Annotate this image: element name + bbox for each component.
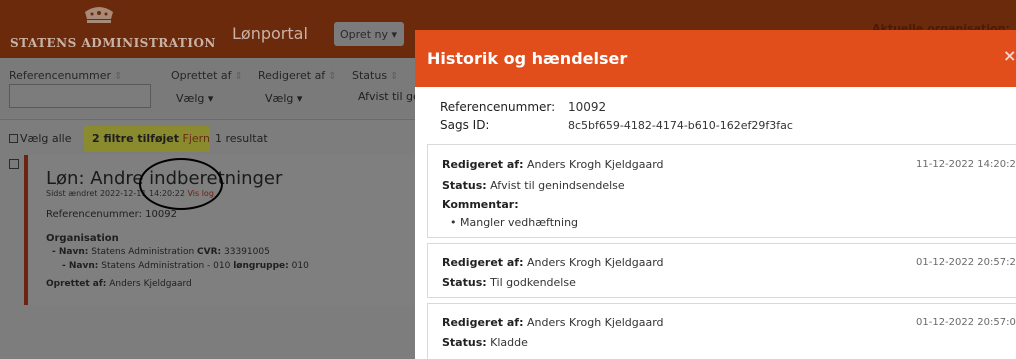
status-label: Status:: [442, 276, 487, 289]
organisation-line-1: - Navn: Statens Administration CVR: 3339…: [52, 247, 270, 257]
modal-reference-label: Referencenummer:: [440, 100, 556, 114]
edited-by-value: Anders Krogh Kjeldgaard: [527, 158, 664, 171]
brand-name: STATENS ADMINISTRATION: [10, 36, 216, 50]
history-modal: Historik og hændelser × Referencenummer:…: [415, 30, 1016, 359]
edited-by-line: Redigeret af: Anders Krogh Kjeldgaard: [442, 256, 664, 269]
column-label: Referencenummer: [9, 69, 112, 82]
create-new-button[interactable]: Opret ny ▾: [334, 22, 404, 46]
card-checkbox[interactable]: [9, 159, 19, 169]
status-value: Til godkendelse: [490, 276, 576, 289]
created-by-value: Anders Kjeldgaard: [109, 279, 192, 289]
divider: [0, 119, 415, 120]
sort-icon: ⇕: [390, 71, 399, 82]
event-timestamp: 11-12-2022 14:20:22: [916, 159, 1016, 170]
organisation-heading: Organisation: [46, 233, 119, 244]
status-line: Status: Til godkendelse: [442, 276, 576, 289]
close-icon[interactable]: ×: [1003, 46, 1016, 65]
name-label: - Navn:: [62, 261, 99, 271]
portal-title: Lønportal: [232, 24, 308, 43]
history-event: Redigeret af: Anders Krogh Kjeldgaard 01…: [427, 303, 1016, 359]
edited-by-label: Redigeret af:: [442, 256, 524, 269]
modal-header: Historik og hændelser ×: [415, 30, 1016, 87]
organisation-line-2: - Navn: Statens Administration - 010 løn…: [62, 261, 309, 271]
remove-filters-link[interactable]: Fjern: [183, 132, 210, 145]
loengruppe-label: løngruppe:: [233, 261, 289, 271]
column-header-oprettet-af[interactable]: Oprettet af ⇕: [171, 69, 243, 82]
status-label: Status:: [442, 336, 487, 349]
comment-line: Kommentar:: [442, 198, 519, 211]
crown-logo-icon: [85, 7, 113, 23]
column-header-status[interactable]: Status ⇕: [352, 69, 398, 82]
modal-case-id-label: Sags ID:: [440, 118, 490, 132]
checkbox-icon: [9, 134, 18, 143]
edited-by-value: Anders Krogh Kjeldgaard: [527, 316, 664, 329]
created-by-line: Oprettet af: Anders Kjeldgaard: [46, 279, 192, 289]
edited-by-line: Redigeret af: Anders Krogh Kjeldgaard: [442, 316, 664, 329]
event-timestamp: 01-12-2022 20:57:21: [916, 257, 1016, 268]
reference-value: 10092: [145, 209, 177, 220]
status-value: Afvist til genindsendelse: [490, 179, 625, 192]
history-event: Redigeret af: Anders Krogh Kjeldgaard 11…: [427, 144, 1016, 238]
loengruppe-value: 010: [291, 261, 309, 271]
status-line: Status: Afvist til genindsendelse: [442, 179, 625, 192]
edited-by-label: Redigeret af:: [442, 158, 524, 171]
edited-by-value: Anders Krogh Kjeldgaard: [527, 256, 664, 269]
status-filter-select[interactable]: Afvist til ge: [358, 90, 420, 103]
oprettet-af-select[interactable]: Vælg ▾: [176, 92, 213, 105]
active-filters-chip: 2 filtre tilføjet Fjern: [84, 126, 210, 152]
edited-by-line: Redigeret af: Anders Krogh Kjeldgaard: [442, 158, 664, 171]
result-count: 1 resultat: [215, 132, 268, 145]
cvr-label: CVR:: [197, 247, 222, 257]
card-reference: Referencenummer: 10092: [46, 209, 177, 220]
column-label: Oprettet af: [171, 69, 232, 82]
sort-icon: ⇕: [114, 71, 123, 82]
column-header-referencenummer[interactable]: Referencenummer ⇕: [9, 69, 122, 82]
history-event: Redigeret af: Anders Krogh Kjeldgaard 01…: [427, 243, 1016, 298]
column-header-redigeret-af[interactable]: Redigeret af ⇕: [258, 69, 337, 82]
cvr-value: 33391005: [224, 247, 270, 257]
sort-icon: ⇕: [234, 71, 243, 82]
select-all-checkbox[interactable]: Vælg alle: [9, 132, 71, 145]
status-value: Kladde: [490, 336, 528, 349]
redigeret-af-select[interactable]: Vælg ▾: [265, 92, 302, 105]
annotation-circle: [139, 158, 223, 210]
modal-case-id-value: 8c5bf659-4182-4174-b610-162ef29f3fac: [568, 119, 793, 132]
status-line: Status: Kladde: [442, 336, 528, 349]
name-value: Statens Administration: [91, 247, 195, 257]
comment-value: Mangler vedhæftning: [460, 216, 579, 229]
created-by-label: Oprettet af:: [46, 279, 107, 289]
select-all-label: Vælg alle: [20, 132, 72, 145]
filters-added-label: 2 filtre tilføjet: [92, 132, 180, 145]
name-label: - Navn:: [52, 247, 89, 257]
name-value: Statens Administration - 010: [101, 261, 231, 271]
modal-reference-value: 10092: [568, 100, 607, 114]
reference-label: Referencenummer:: [46, 209, 142, 220]
comment-label: Kommentar:: [442, 198, 519, 211]
column-label: Status: [352, 69, 388, 82]
sort-icon: ⇕: [328, 71, 337, 82]
column-label: Redigeret af: [258, 69, 326, 82]
reference-number-filter-input[interactable]: [9, 84, 151, 108]
edited-by-label: Redigeret af:: [442, 316, 524, 329]
modal-title: Historik og hændelser: [427, 49, 628, 68]
status-label: Status:: [442, 179, 487, 192]
event-timestamp: 01-12-2022 20:57:09: [916, 317, 1016, 328]
comment-item: • Mangler vedhæftning: [450, 216, 579, 229]
